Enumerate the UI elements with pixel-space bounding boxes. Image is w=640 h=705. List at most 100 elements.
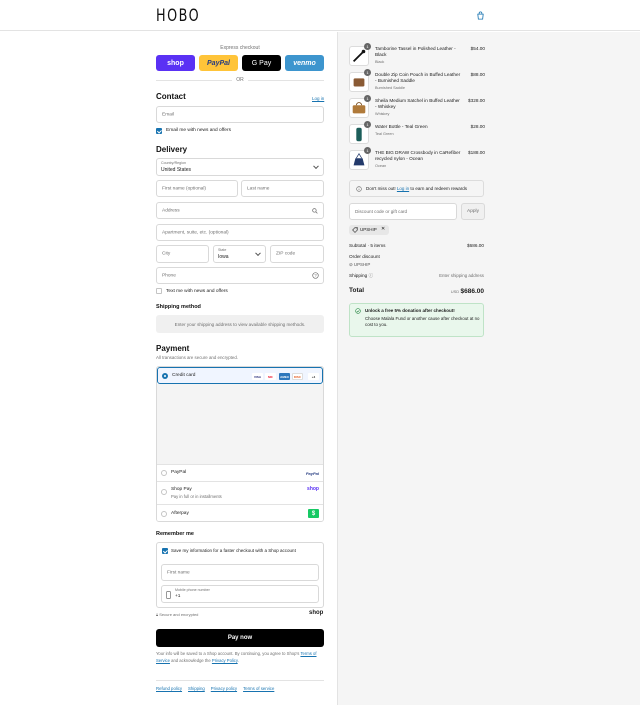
mobile-phone-value: +1 [175,594,181,599]
paypal-option[interactable]: PayPal PayPal [157,464,323,481]
total-row: Total USD $686.00 [349,287,485,295]
footer-divider [156,680,324,681]
apply-button[interactable]: Apply [461,203,485,220]
quantity-badge: 1 [364,69,371,76]
afterpay-logo-icon: $ [308,509,319,518]
total-value: $686.00 [460,288,485,295]
help-circle-icon[interactable]: ? [312,272,319,279]
first-name-placeholder: First name (optional) [162,186,206,191]
remember-me-heading: Remember me [156,531,194,537]
afterpay-option[interactable]: Afterpay $ [157,504,323,521]
shipping-method-heading: Shipping method [156,304,201,310]
or-label: OR [232,77,248,83]
shipping-method-notice: Enter your shipping address to view avai… [156,315,324,333]
order-discount-row: Order discount [349,254,484,259]
item-price: $328.00 [468,98,485,103]
chevron-down-icon [255,250,261,257]
zip-field[interactable]: ZIP code [270,245,324,263]
shop-pay-label: Shop Pay [171,487,192,492]
discount-code-row: ⊘ UPSHIP [349,262,484,268]
item-variant: Whiskey [375,112,390,116]
email-news-checkbox[interactable] [156,128,162,134]
donation-text: Choose Malala Fund or another cause afte… [365,316,480,327]
total-label: Total [349,287,365,294]
privacy-policy-link[interactable]: Privacy Policy [212,658,238,663]
shop-pay-radio[interactable] [161,489,167,495]
city-field[interactable]: City [156,245,209,263]
quantity-badge: 1 [364,121,371,128]
mobile-phone-icon [166,591,171,599]
venmo-button[interactable]: venmo [285,55,324,71]
subtotal-row: Subtotal · 5 items $686.00 [349,243,484,248]
item-name: Water Bottle - Teal Green [375,124,428,129]
rewards-pre: Don't miss out! [366,186,396,191]
remove-discount-icon[interactable]: ✕ [381,226,385,232]
discount-code-input[interactable]: Discount code or gift card [349,203,457,220]
chevron-down-icon [313,163,319,170]
paypal-radio[interactable] [161,470,167,476]
address-field[interactable]: Address [156,202,324,219]
order-discount-label: Order discount [349,254,380,259]
check-circle-icon [355,308,361,314]
donation-title: Unlock a free 5% donation after checkout… [365,308,455,313]
paypal-label: PayPal [171,470,187,475]
brand-logo[interactable]: HOBO [156,6,200,26]
apartment-placeholder: Apartment, suite, etc. (optional) [162,230,229,235]
lock-icon: 🔒︎ [156,612,159,617]
shopping-bag-icon[interactable] [476,11,485,20]
quantity-badge: 1 [364,95,371,102]
credit-card-radio[interactable] [162,373,168,379]
phone-field[interactable]: Phone ? [156,267,324,284]
quantity-badge: 1 [364,147,371,154]
email-placeholder: Email [162,112,174,117]
city-placeholder: City [162,251,171,257]
item-price: $28.00 [470,124,485,129]
help-circle-icon[interactable]: ⓘ [369,273,374,278]
terms-end: . [237,657,239,663]
credit-card-form-area [157,384,323,464]
refund-policy-link[interactable]: Refund policy [156,686,182,691]
shop-pay-option[interactable]: Shop Pay Pay in full or in installments … [157,481,323,504]
remember-me-box: Save my information for a faster checkou… [156,542,324,608]
email-news-label: Email me with news and offers [166,128,231,133]
afterpay-radio[interactable] [161,511,167,517]
credit-card-label: Credit card [172,373,196,378]
mastercard-icon: MC [265,373,276,380]
privacy-policy-footer-link[interactable]: Privacy policy [211,686,237,691]
phone-placeholder: Phone [162,273,176,278]
paypal-button[interactable]: PayPal [199,55,238,71]
info-icon [356,186,362,192]
remember-first-name-field[interactable]: First name [161,564,319,581]
cart-item: 1 Double Zip Coin Pouch in Buffed Leathe… [349,69,485,96]
delivery-heading: Delivery [156,145,188,154]
item-variant: Burnished Saddle [375,86,405,90]
rewards-notice: Don't miss out! Log in to earn and redee… [349,180,484,197]
pay-now-button[interactable]: Pay now [156,629,324,647]
state-select[interactable]: State Iowa [213,245,266,263]
terms-of-service-footer-link[interactable]: Terms of service [243,686,274,691]
secure-encrypted-note: 🔒︎ Secure and encrypted [156,612,198,617]
email-field[interactable]: Email [156,106,324,123]
subtotal-label: Subtotal · 5 items [349,243,386,248]
shipping-row: Shipping ⓘ Enter shipping address [349,273,484,279]
discount-chip-label: UPSHIP [360,227,377,232]
save-info-checkbox[interactable] [162,548,168,554]
rewards-login-link[interactable]: Log in [397,186,409,191]
mobile-phone-field[interactable]: Mobile phone number +1 [161,585,319,603]
shop-pay-button[interactable]: shop [156,55,195,71]
shop-small-logo: shop [309,610,324,616]
google-pay-button[interactable]: G Pay [242,55,281,71]
shop-logo-icon: shop [307,486,319,492]
last-name-field[interactable]: Last name [241,180,324,197]
shipping-policy-link[interactable]: Shipping [188,686,205,691]
item-price: $54.00 [470,46,485,51]
country-select[interactable]: Country/Region United States [156,158,324,176]
apartment-field[interactable]: Apartment, suite, etc. (optional) [156,224,324,241]
amex-icon: AMEX [279,373,290,380]
login-link[interactable]: Log in [312,96,324,101]
afterpay-label: Afterpay [171,511,189,516]
item-name: Tamborine Tassel in Polished Leather - B… [375,46,456,57]
first-name-field[interactable]: First name (optional) [156,180,238,197]
text-news-checkbox[interactable] [156,288,162,294]
credit-card-option[interactable]: Credit card VISA MC AMEX DISC +4 [157,367,323,384]
